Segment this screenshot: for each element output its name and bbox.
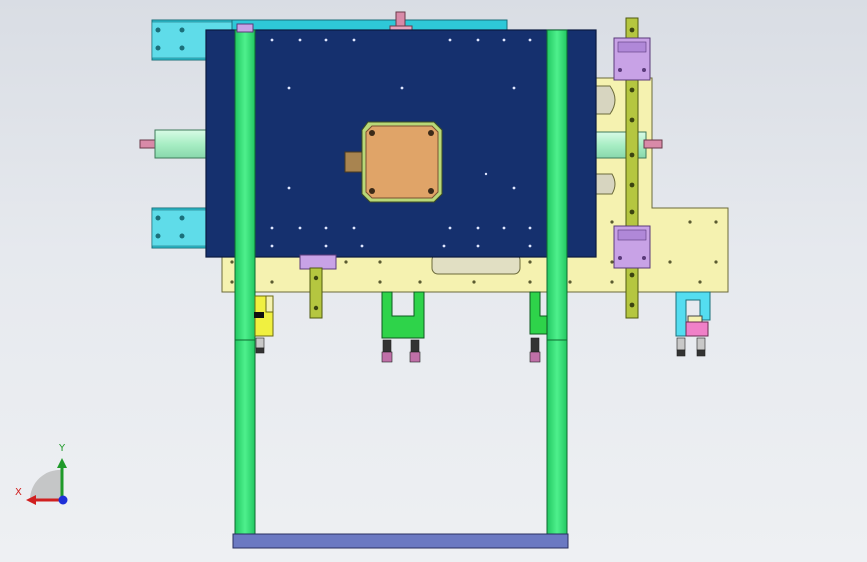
bottom-bar [232, 533, 569, 549]
column-cap [236, 23, 254, 33]
bearing-block-bottom [613, 225, 651, 269]
column-left [234, 29, 256, 541]
bracket-green-center [381, 291, 425, 339]
bracket-green-right [529, 291, 548, 335]
cad-assembly-drawing[interactable] [0, 0, 867, 562]
bearing-block-top [613, 37, 651, 81]
bracket-yellow [254, 295, 274, 337]
rail-bottom-left [151, 207, 208, 249]
triad-y-label: Y [59, 443, 66, 454]
cylinder-left [139, 129, 208, 159]
z-axis-dot [58, 495, 68, 505]
column-right [546, 29, 568, 541]
triad-x-label: X [15, 487, 22, 498]
3d-viewport[interactable]: Y X [0, 0, 867, 562]
coordinate-triad [26, 458, 68, 505]
sensor-fittings [255, 337, 706, 363]
bracket-cyan-right [675, 291, 711, 337]
